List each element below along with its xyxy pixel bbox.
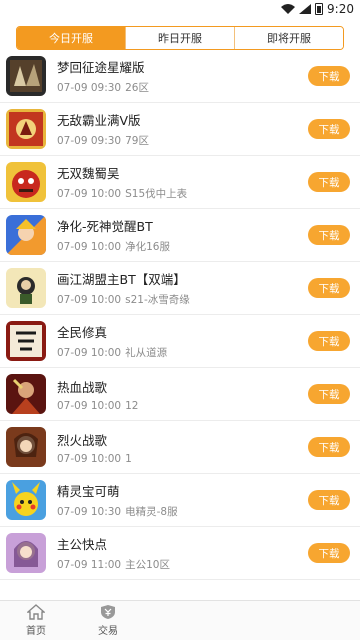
tab-bar: 今日开服 昨日开服 即将开服: [16, 26, 344, 50]
battery-icon: [315, 3, 324, 15]
game-name: 梦回征途星耀版: [57, 60, 145, 75]
bottom-nav: 首页 交易: [0, 600, 360, 640]
nav-trade-label: 交易: [98, 626, 118, 637]
list-item[interactable]: 精灵宝可萌 07-09 10:30 电精灵-8服 下载: [0, 474, 360, 527]
list-item[interactable]: 烈火战歌 07-09 10:00 1 下载: [0, 421, 360, 474]
game-name: 净化-死神觉醒BT: [57, 219, 153, 234]
list-item[interactable]: 全民修真 07-09 10:00 礼从道源 下载: [0, 315, 360, 368]
game-icon-zhugong: [6, 533, 46, 573]
server-list: 梦回征途星耀版 07-09 09:30 26区 下载 无敌霸业满V版 07-09 …: [0, 50, 360, 600]
nav-home[interactable]: 首页: [0, 601, 72, 640]
game-name: 无敌霸业满V版: [57, 113, 141, 128]
game-icon-huajianghu: [6, 268, 46, 308]
download-button[interactable]: 下载: [308, 384, 350, 404]
game-name: 精灵宝可萌: [57, 484, 120, 499]
game-icon-jingling: [6, 480, 46, 520]
download-button[interactable]: 下载: [308, 225, 350, 245]
download-button[interactable]: 下载: [308, 119, 350, 139]
signal-icon: [299, 4, 312, 14]
status-time: 9:20: [327, 2, 354, 16]
list-item[interactable]: 热血战歌 07-09 10:00 12 下载: [0, 368, 360, 421]
tab-upcoming[interactable]: 即将开服: [234, 27, 343, 49]
nav-home-label: 首页: [26, 626, 46, 637]
download-button[interactable]: 下载: [308, 278, 350, 298]
open-time: 07-09 10:00: [57, 399, 122, 412]
game-name: 主公快点: [57, 537, 108, 552]
status-right: 9:20: [281, 2, 354, 16]
open-time: 07-09 09:30: [57, 82, 122, 94]
server-name: 12: [125, 399, 139, 412]
open-time: 07-09 10:00: [57, 452, 122, 465]
list-item[interactable]: 梦回征途星耀版 07-09 09:30 26区 下载: [0, 50, 360, 103]
server-name: 礼从道源: [125, 347, 168, 359]
game-name: 画江湖盟主BT【双端】: [57, 272, 186, 287]
game-icon-wudi: [6, 109, 46, 149]
download-button[interactable]: 下载: [308, 490, 350, 510]
server-name: S15伐中上表: [125, 188, 188, 200]
server-name: s21-冰雪奇缘: [125, 294, 190, 306]
game-icon-quanmin: [6, 321, 46, 361]
game-icon-rexue: [6, 374, 46, 414]
game-icon-menghui: [6, 56, 46, 96]
nav-trade[interactable]: 交易: [72, 601, 144, 640]
server-name: 主公10区: [125, 559, 170, 571]
game-name: 全民修真: [57, 325, 108, 340]
game-name: 无双魏蜀吴: [57, 166, 120, 181]
server-name: 电精灵-8服: [125, 506, 178, 518]
home-icon: [27, 604, 45, 620]
open-time: 07-09 10:00: [57, 241, 122, 253]
open-time: 07-09 09:30: [57, 135, 122, 147]
download-button[interactable]: 下载: [308, 331, 350, 351]
wifi-icon: [281, 4, 296, 14]
list-item[interactable]: 主公快点 07-09 11:00 主公10区 下载: [0, 527, 360, 580]
list-item[interactable]: 净化-死神觉醒BT 07-09 10:00 净化16服 下载: [0, 209, 360, 262]
tab-yesterday[interactable]: 昨日开服: [125, 27, 234, 49]
server-name: 26区: [125, 82, 149, 94]
game-icon-wushuang: [6, 162, 46, 202]
trade-shield-icon: [101, 605, 115, 619]
download-button[interactable]: 下载: [308, 437, 350, 457]
download-button[interactable]: 下载: [308, 543, 350, 563]
download-button[interactable]: 下载: [308, 66, 350, 86]
list-item[interactable]: 画江湖盟主BT【双端】 07-09 10:00 s21-冰雪奇缘 下载: [0, 262, 360, 315]
list-item[interactable]: 无敌霸业满V版 07-09 09:30 79区 下载: [0, 103, 360, 156]
server-name: 79区: [125, 135, 149, 147]
game-icon-jinghua: [6, 215, 46, 255]
open-time: 07-09 10:00: [57, 294, 122, 306]
open-time: 07-09 10:00: [57, 188, 122, 200]
download-button[interactable]: 下载: [308, 172, 350, 192]
game-name: 烈火战歌: [57, 432, 108, 448]
server-name: 1: [125, 452, 132, 465]
game-icon-liehuo: [6, 427, 46, 467]
list-item[interactable]: 无双魏蜀吴 07-09 10:00 S15伐中上表 下载: [0, 156, 360, 209]
open-time: 07-09 11:00: [57, 559, 122, 571]
open-time: 07-09 10:30: [57, 506, 122, 518]
game-name: 热血战歌: [57, 379, 108, 395]
status-bar: 9:20: [0, 0, 360, 20]
tab-today[interactable]: 今日开服: [17, 27, 125, 49]
open-time: 07-09 10:00: [57, 347, 122, 359]
server-name: 净化16服: [125, 241, 170, 253]
